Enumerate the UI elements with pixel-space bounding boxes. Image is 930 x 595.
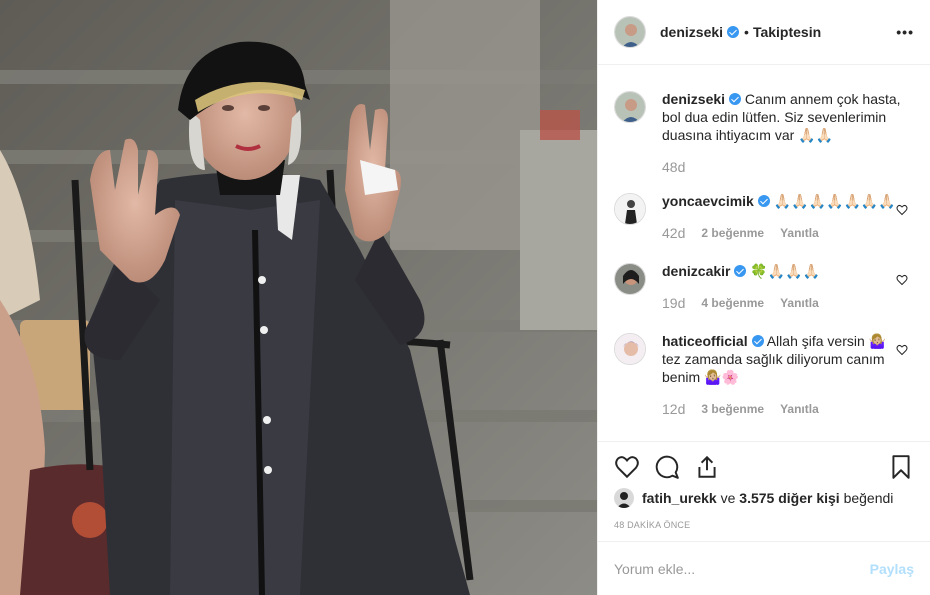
comment-like-heart-icon[interactable] (896, 204, 908, 216)
other-likes-link[interactable]: 3.575 diğer kişi (739, 490, 839, 506)
comment-like-heart-icon[interactable] (896, 274, 908, 286)
post-header: denizseki • Takiptesin ••• (598, 0, 930, 65)
comment-item: denizcakir 🍀🙏🏻🙏🏻🙏🏻 19d 4 beğenme Yanıtla (614, 262, 914, 312)
bookmark-save-icon[interactable] (888, 454, 914, 480)
elderly-woman-wheelchair-photo (0, 0, 597, 595)
commenter-avatar[interactable] (614, 193, 646, 225)
reply-button[interactable]: Yanıtla (780, 294, 819, 312)
caption-time[interactable]: 48d (662, 158, 685, 176)
author-avatar[interactable] (614, 16, 646, 48)
likes-summary: fatih_urekk ve 3.575 diğer kişi beğendi (614, 488, 914, 508)
like-heart-icon[interactable] (614, 454, 640, 480)
verified-badge-icon (734, 265, 747, 277)
reply-button[interactable]: Yanıtla (780, 224, 819, 242)
verified-badge-icon (757, 195, 770, 207)
comment-time[interactable]: 19d (662, 294, 685, 312)
more-options-icon[interactable]: ••• (896, 24, 914, 40)
post-photo[interactable] (0, 0, 597, 595)
caption-username[interactable]: denizseki (662, 91, 725, 107)
likes-suffix: beğendi (843, 490, 894, 506)
post-timestamp[interactable]: 48 DAKİKA ÖNCE (614, 520, 914, 530)
clover-emoji: 🍀 (750, 263, 768, 279)
verified-badge-icon (727, 26, 740, 38)
share-upload-icon[interactable] (694, 454, 720, 480)
verified-badge-icon (729, 93, 742, 105)
verified-badge-icon (751, 335, 764, 347)
post-sidebar: denizseki • Takiptesin ••• denizseki Can… (597, 0, 930, 595)
comment-likes[interactable]: 2 beğenme (701, 224, 764, 242)
author-username[interactable]: denizseki (660, 24, 723, 40)
comment-time[interactable]: 42d (662, 224, 685, 242)
comment-text: 🙏🏻🙏🏻🙏🏻🙏🏻🙏🏻🙏🏻🙏🏻 (773, 193, 896, 209)
comment-likes[interactable]: 4 beğenme (701, 294, 764, 312)
comment-like-heart-icon[interactable] (896, 344, 908, 356)
header-separator: • (744, 24, 749, 40)
comment-item: yoncaevcimik 🙏🏻🙏🏻🙏🏻🙏🏻🙏🏻🙏🏻🙏🏻 42d 2 beğenm… (614, 192, 914, 242)
commenter-avatar[interactable] (614, 333, 646, 365)
instagram-post-modal: denizseki • Takiptesin ••• denizseki Can… (0, 0, 930, 595)
commenter-username[interactable]: yoncaevcimik (662, 193, 754, 209)
commenter-username[interactable]: haticeofficial (662, 333, 748, 349)
comment-likes[interactable]: 3 beğenme (701, 400, 764, 418)
comment-item: haticeofficial Allah şifa versin 🤷🏼‍♀️ t… (614, 332, 914, 418)
add-comment-bar: Paylaş (598, 541, 930, 595)
liker-username[interactable]: fatih_urekk (642, 490, 717, 506)
caption-avatar[interactable] (614, 91, 646, 123)
comment-time[interactable]: 12d (662, 400, 685, 418)
likes-conj: ve (720, 490, 736, 506)
liker-avatar[interactable] (614, 488, 634, 508)
follow-status-button[interactable]: Takiptesin (753, 24, 821, 40)
reply-button[interactable]: Yanıtla (780, 400, 819, 418)
post-comment-button[interactable]: Paylaş (870, 561, 914, 577)
commenter-avatar[interactable] (614, 263, 646, 295)
comment-text: 🙏🏻🙏🏻🙏🏻 (767, 263, 821, 279)
comments-list[interactable]: denizseki Canım annem çok hasta, bol dua… (598, 66, 930, 441)
post-actions: fatih_urekk ve 3.575 diğer kişi beğendi … (598, 441, 930, 530)
caption: denizseki Canım annem çok hasta, bol dua… (614, 90, 914, 176)
comment-input[interactable] (614, 560, 870, 577)
commenter-username[interactable]: denizcakir (662, 263, 730, 279)
comment-bubble-icon[interactable] (654, 454, 680, 480)
